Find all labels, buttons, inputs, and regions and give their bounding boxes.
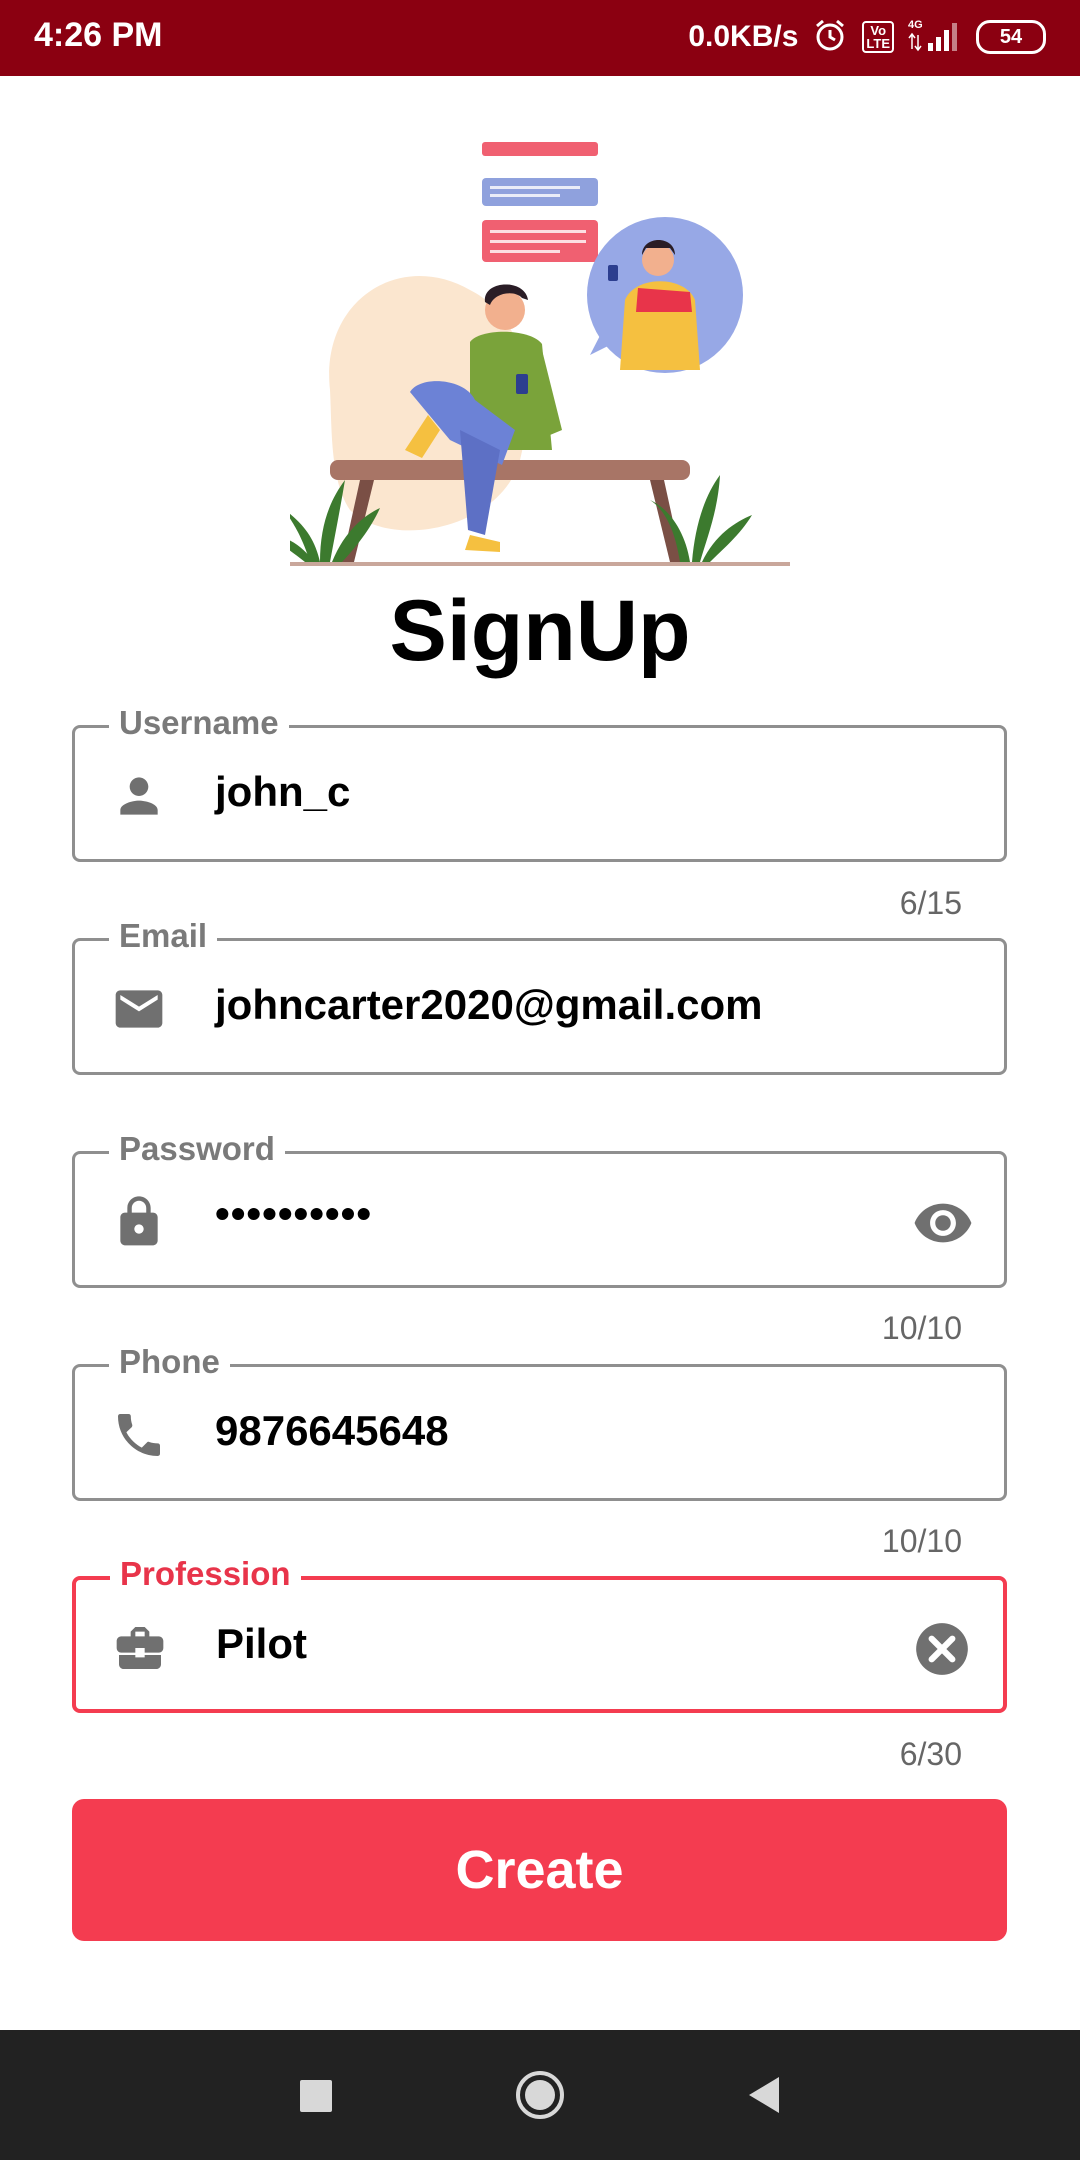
create-button[interactable]: Create [72, 1799, 1007, 1941]
person-icon [111, 768, 167, 824]
signal-icon: 4G [908, 17, 962, 58]
email-field[interactable]: Email johncarter2020@gmail.com [72, 917, 1007, 1075]
profession-counter: 6/30 [899, 1736, 962, 1772]
signup-illustration [275, 130, 790, 580]
square-icon[interactable] [285, 2065, 345, 2125]
password-label: Password [109, 1130, 285, 1168]
status-icons: 0.0KB/s Vo LTE 4G 54 [688, 12, 1046, 62]
eye-icon[interactable] [912, 1192, 974, 1254]
profession-input[interactable]: Pilot [216, 1620, 307, 1668]
navigation-bar [0, 2030, 1080, 2160]
status-bar: 4:26 PM 0.0KB/s Vo LTE 4G 54 [0, 0, 1080, 76]
email-input[interactable]: johncarter2020@gmail.com [215, 981, 763, 1029]
clear-icon[interactable] [911, 1618, 973, 1680]
svg-text:4G: 4G [908, 19, 923, 31]
profession-field[interactable]: Profession Pilot [72, 1555, 1007, 1713]
briefcase-icon [112, 1620, 168, 1676]
page-title: SignUp [389, 583, 691, 679]
password-counter: 10/10 [881, 1310, 962, 1346]
volte-icon: Vo LTE [862, 21, 894, 53]
username-field[interactable]: Username john_c [72, 704, 1007, 862]
phone-counter: 10/10 [881, 1523, 962, 1559]
network-speed: 0.0KB/s [688, 20, 799, 53]
triangle-back-icon[interactable] [735, 2065, 795, 2125]
phone-icon [111, 1407, 167, 1463]
alarm-icon [812, 17, 848, 58]
username-input[interactable]: john_c [215, 768, 350, 816]
phone-input[interactable]: 9876645648 [215, 1407, 449, 1455]
phone-field[interactable]: Phone 9876645648 [72, 1343, 1007, 1501]
circle-icon[interactable] [510, 2065, 570, 2125]
username-label: Username [109, 704, 289, 742]
email-label: Email [109, 917, 218, 955]
password-field[interactable]: Password •••••••••• [72, 1130, 1007, 1288]
phone-label: Phone [109, 1343, 230, 1381]
password-input[interactable]: •••••••••• [215, 1190, 372, 1238]
profession-label: Profession [110, 1555, 301, 1593]
username-counter: 6/15 [899, 885, 962, 921]
battery-level: 54 [999, 25, 1023, 48]
mail-icon [111, 981, 167, 1037]
battery-icon: 54 [976, 20, 1046, 54]
lock-icon [111, 1194, 167, 1250]
status-time: 4:26 PM [34, 16, 163, 54]
